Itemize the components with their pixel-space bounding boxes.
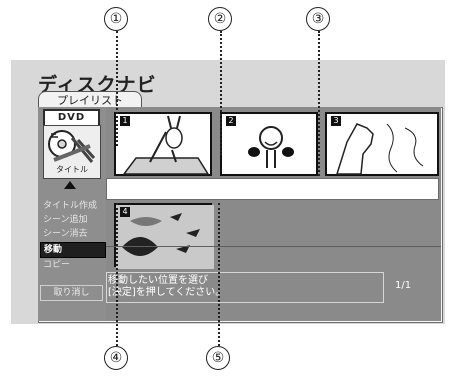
- instruction-message-line-1: 移動したい位置を選び: [108, 275, 208, 286]
- callout-2: ②: [208, 7, 232, 31]
- callout-1: ①: [104, 7, 128, 31]
- thumbnail-3[interactable]: 3: [325, 112, 439, 176]
- callout-2-leader: [220, 31, 222, 155]
- thumbnail-2-number: 2: [226, 116, 236, 126]
- page-indicator: 1/1: [395, 280, 412, 291]
- menu-create-title[interactable]: タイトル作成: [40, 199, 104, 213]
- menu-move[interactable]: 移動: [40, 242, 106, 258]
- callout-3: ③: [306, 7, 330, 31]
- callout-4: ④: [104, 346, 128, 370]
- title-icon-label: タイトル: [56, 165, 88, 174]
- menu-delete-scene[interactable]: シーン消去: [40, 227, 104, 241]
- thumbnail-3-number: 3: [331, 116, 341, 126]
- menu-copy[interactable]: コピー: [40, 258, 104, 272]
- callout-1-leader: [116, 31, 118, 146]
- callout-5-leader: [218, 203, 220, 346]
- cancel-button[interactable]: 取り消し: [40, 285, 103, 301]
- scroll-up-icon[interactable]: [64, 181, 76, 189]
- callout-3-leader: [318, 31, 320, 176]
- thumbnail-1[interactable]: 1: [114, 112, 212, 176]
- insert-position-row[interactable]: [106, 178, 439, 200]
- instruction-message: 移動したい位置を選び [決定]を押してください。: [108, 275, 378, 299]
- thumbnail-2[interactable]: 2: [220, 112, 318, 176]
- thumbnail-4[interactable]: 4: [114, 203, 214, 269]
- message-separator: [106, 246, 441, 247]
- instruction-message-line-2: [決定]を押してください。: [108, 287, 226, 298]
- thumbnail-4-number: 4: [120, 207, 130, 217]
- callout-5: ⑤: [206, 346, 230, 370]
- thumbnail-1-number: 1: [120, 116, 130, 126]
- menu-add-scene[interactable]: シーン追加: [40, 213, 104, 227]
- callout-4-leader: [116, 203, 118, 346]
